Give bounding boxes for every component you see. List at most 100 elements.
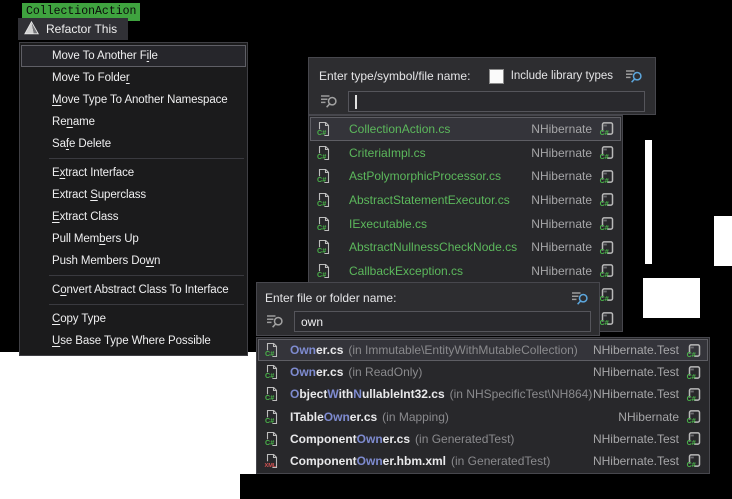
goto-type-prompt: Enter type/symbol/file name: [319,69,470,83]
result-row[interactable]: XMLComponentOwner.hbm.xml(in GeneratedTe… [258,450,708,472]
result-row[interactable]: C#AstPolymorphicProcessor.csNHibernateC# [310,164,621,188]
svg-text:C#: C# [600,247,609,255]
menu-item[interactable]: Move To Folder [21,67,246,89]
svg-text:C#: C# [687,461,696,469]
include-library-types-checkbox[interactable] [489,69,504,84]
file-name: CollectionAction.cs [349,122,450,136]
svg-text:C#: C# [317,175,326,184]
svg-text:XML: XML [265,463,277,469]
csharp-project-icon: C# [599,240,616,255]
file-location: (in ReadOnly) [348,365,422,379]
file-name-part: Component [290,432,357,446]
cs-file-icon: C# [316,216,332,232]
menu-item[interactable]: Pull Members Up [21,228,246,250]
svg-text:C#: C# [687,372,696,380]
cs-file-icon: C# [264,342,280,358]
menu-item[interactable]: Push Members Down [21,250,246,272]
project-name: NHibernate.Test [593,387,679,401]
menu-item[interactable]: Rename [21,111,246,133]
menu-item[interactable]: Use Base Type Where Possible [21,330,246,352]
svg-text:C#: C# [600,152,609,160]
background-gap [0,474,240,499]
text-caret [355,95,357,109]
result-row[interactable]: C#ITableOwner.cs(in Mapping)NHibernateC# [258,406,708,428]
result-row[interactable]: C# Owner.cs(in Immutable\EntityWithMutabl… [258,339,708,361]
project-name: NHibernate [531,169,592,183]
goto-file-search-input[interactable]: own [294,311,591,332]
result-row[interactable]: C#AbstractStatementExecutor.csNHibernate… [310,188,621,212]
menu-item[interactable]: Copy Type [21,308,246,330]
file-name: AbstractNullnessCheckNode.cs [349,240,517,254]
match-highlight: Own [357,432,383,446]
cs-file-icon: C# [316,192,332,208]
search-icon [265,313,286,330]
search-query-text: own [301,315,323,329]
match-highlight: Own [357,454,383,468]
project-name: NHibernate [531,146,592,160]
menu-item[interactable]: Convert Abstract Class To Interface [21,279,246,301]
cs-file-icon: C# [316,263,332,279]
menu-separator [49,304,244,305]
cs-file-icon: C# [264,431,280,447]
file-name: ComponentOwner.cs(in GeneratedTest) [290,432,514,446]
menu-item[interactable]: Extract Superclass [21,184,246,206]
csharp-project-icon: C# [599,145,616,160]
menu-item[interactable]: Extract Class [21,206,246,228]
svg-text:C#: C# [687,438,696,446]
file-name-part: ITable [290,410,324,424]
project-name: NHibernate [531,193,592,207]
csharp-project-icon: C# [686,431,703,446]
match-highlight: O [290,387,299,401]
file-name-part: er.cs [350,410,377,424]
csharp-project-icon: C# [599,121,616,136]
file-name: Owner.cs(in ReadOnly) [290,365,422,379]
goto-type-popup: Enter type/symbol/file name: Include lib… [308,57,656,115]
svg-text:C#: C# [265,438,274,447]
cs-file-icon: C# [264,386,280,402]
result-row[interactable]: C#ObjectWithNullableInt32.cs(in NHSpecif… [258,383,708,405]
svg-text:C#: C# [265,371,274,380]
file-name: Owner.cs(in Immutable\EntityWithMutableC… [290,343,578,357]
result-row[interactable]: C#ComponentOwner.cs(in GeneratedTest)NHi… [258,428,708,450]
cs-file-icon: C# [264,409,280,425]
file-location: (in GeneratedTest) [451,454,550,468]
background-gap [714,216,732,266]
result-row[interactable]: C#IExecutable.csNHibernateC# [310,212,621,236]
filter-settings-icon[interactable] [624,68,645,85]
result-row[interactable]: C#CollectionAction.csNHibernateC# [310,117,621,141]
csharp-project-icon: C# [599,287,616,302]
result-row[interactable]: C#CriteriaImpl.csNHibernateC# [310,141,621,165]
cs-file-icon: C# [316,145,332,161]
background-gap [645,140,652,264]
xml-file-icon: XML [264,453,280,469]
svg-text:C#: C# [600,200,609,208]
file-name-part: Component [290,454,357,468]
file-name: CallbackException.cs [349,264,463,278]
csharp-project-icon: C# [599,169,616,184]
project-name: NHibernate [531,264,592,278]
result-row[interactable]: C#Owner.cs(in ReadOnly)NHibernate.TestC# [258,361,708,383]
svg-text:C#: C# [265,393,274,402]
match-highlight: W [327,387,338,401]
svg-text:C#: C# [317,152,326,161]
refactor-menu: Move To Another FileMove To FolderMove T… [19,42,248,356]
goto-type-search-input[interactable] [348,91,645,112]
menu-item[interactable]: Move To Another File [21,45,246,67]
filter-settings-icon[interactable] [570,290,591,307]
project-name: NHibernate [531,122,592,136]
refactor-icon [24,21,39,38]
result-row[interactable]: C#CallbackException.csNHibernateC# [310,259,621,283]
result-row[interactable]: C#AbstractNullnessCheckNode.csNHibernate… [310,235,621,259]
match-highlight: Own [290,365,316,379]
include-library-types-label[interactable]: Include library types [511,70,613,82]
csharp-project-icon: C# [686,453,703,468]
svg-text:C#: C# [687,416,696,424]
project-name: NHibernate [618,410,679,424]
cs-file-icon: C# [316,239,332,255]
menu-item[interactable]: Safe Delete [21,133,246,155]
csharp-project-icon: C# [599,311,616,326]
menu-item[interactable]: Extract Interface [21,162,246,184]
csharp-project-icon: C# [599,192,616,207]
menu-header-refactor-this[interactable]: Refactor This [18,18,128,40]
menu-item[interactable]: Move Type To Another Namespace [21,89,246,111]
